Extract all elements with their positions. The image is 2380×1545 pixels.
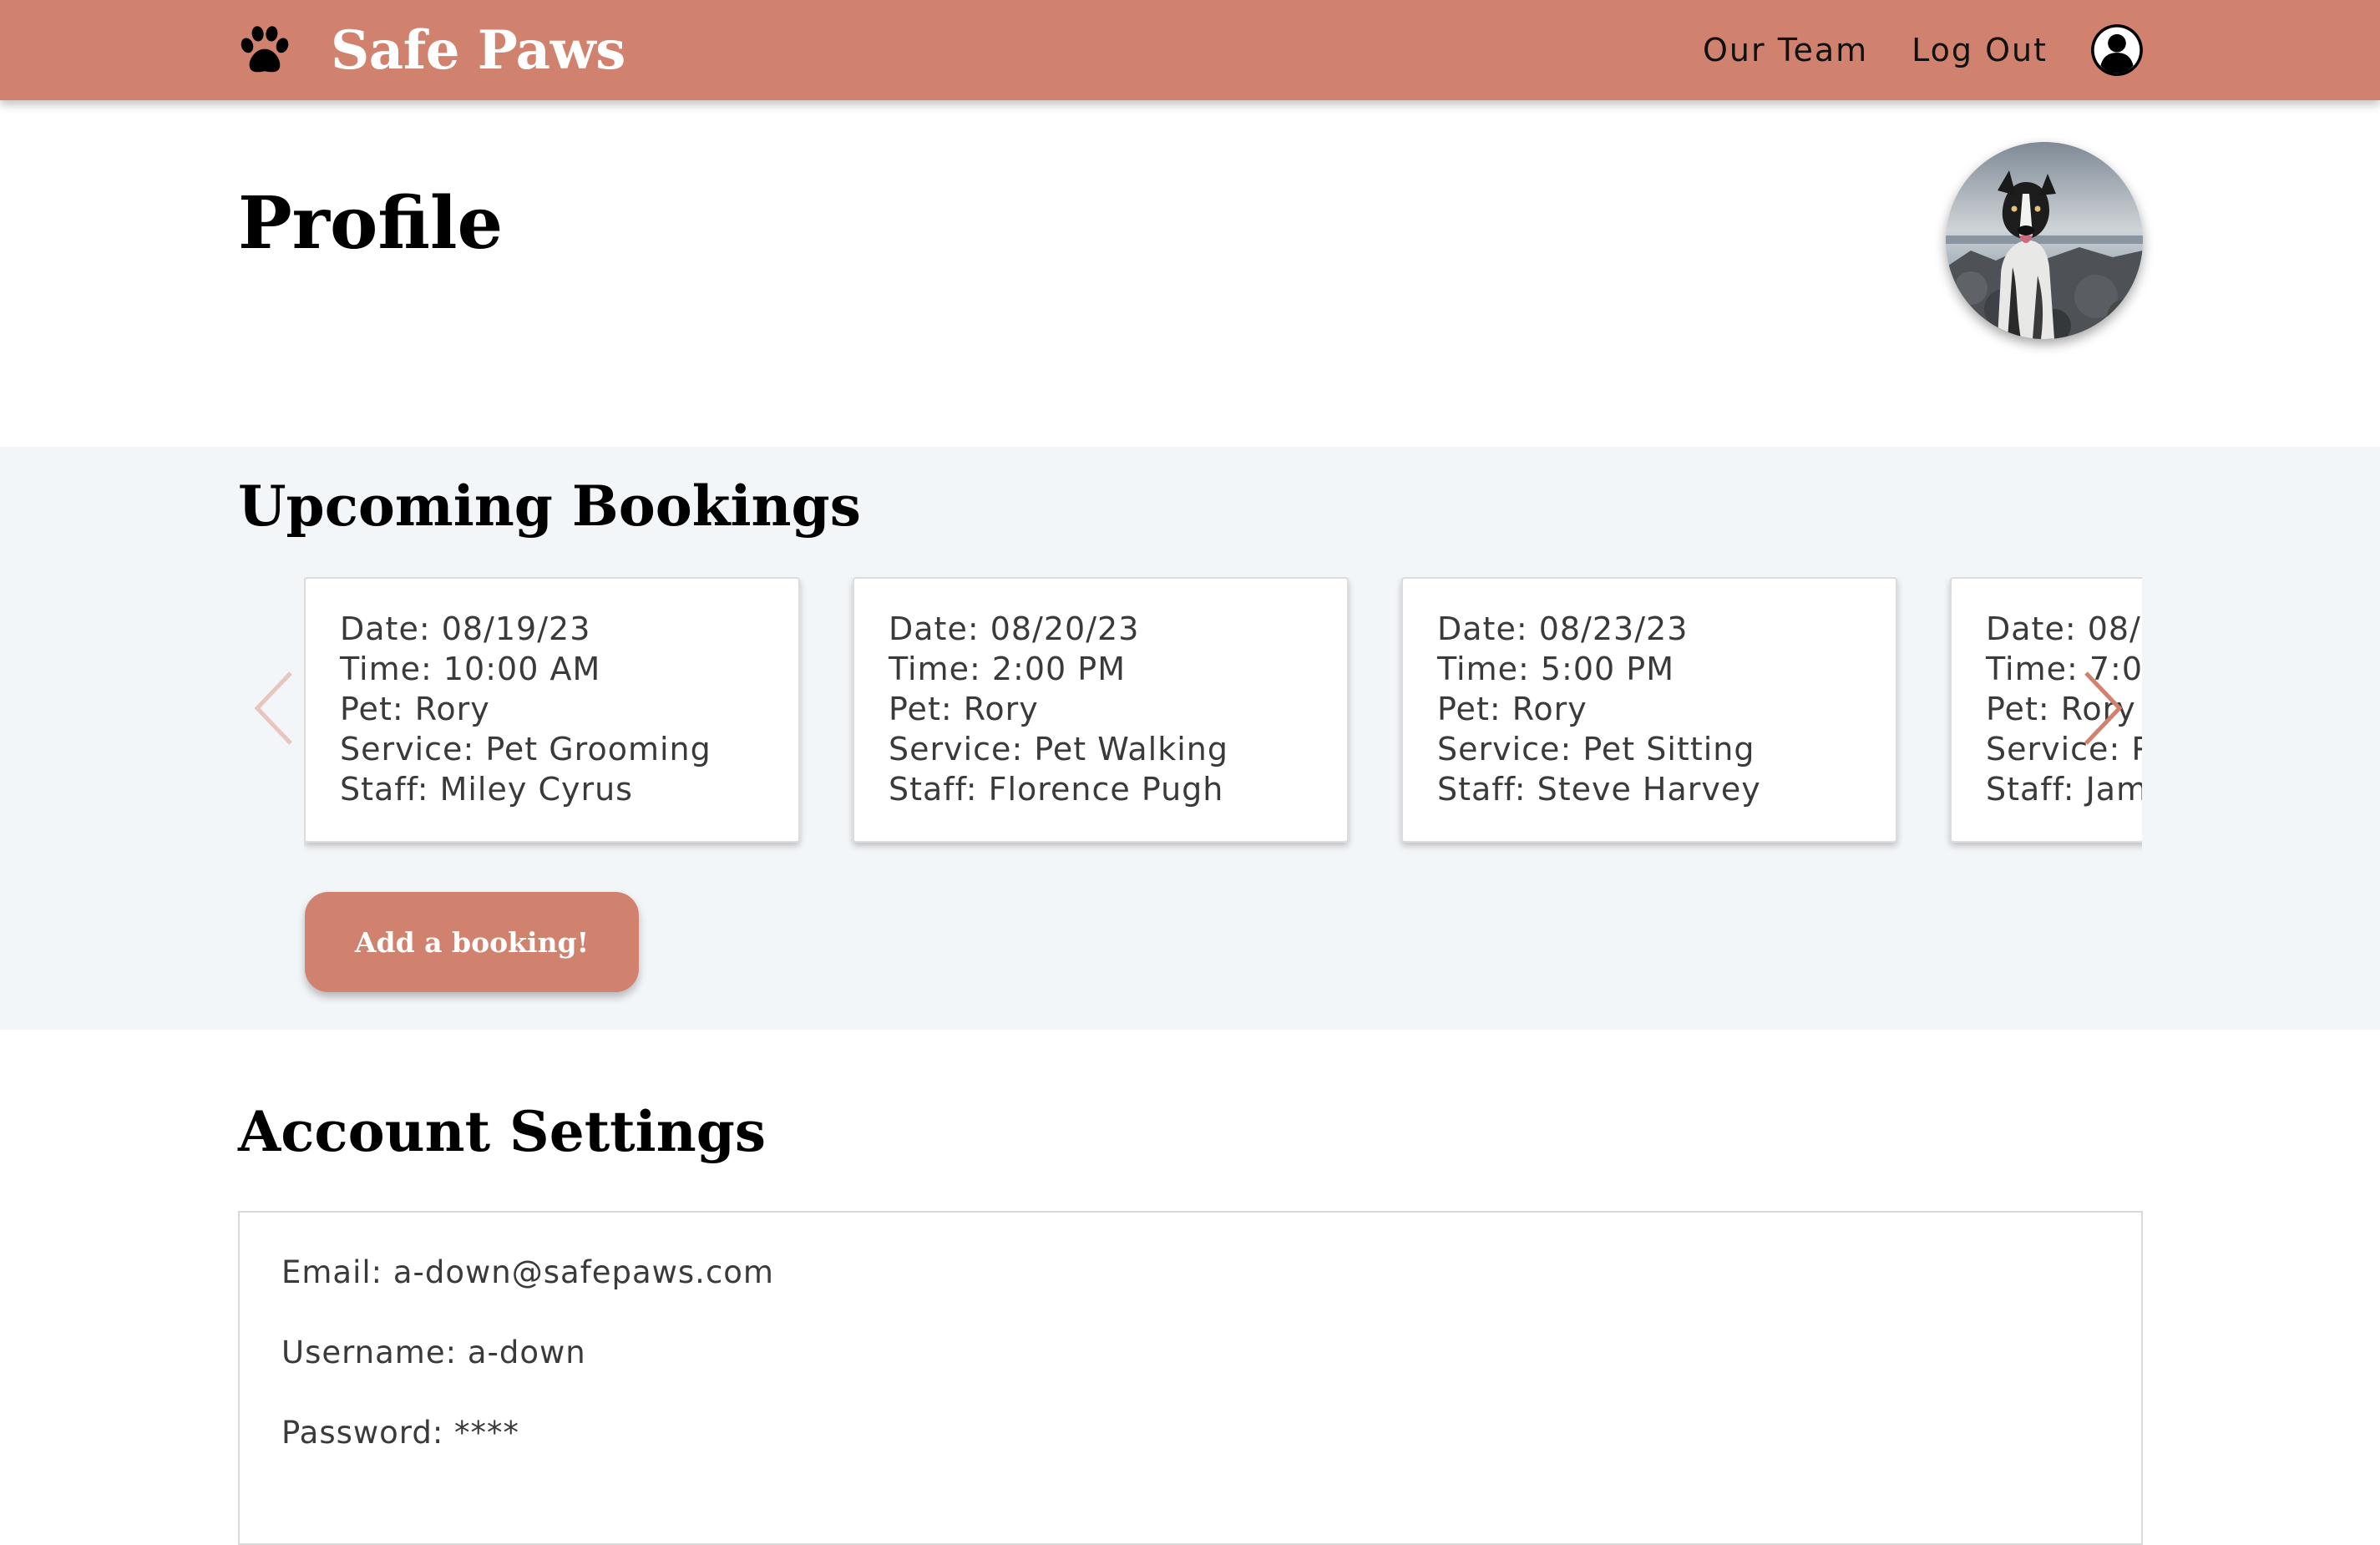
booking-staff: Staff: Jam bbox=[1986, 771, 2142, 808]
booking-service: Service: Pet Walking bbox=[889, 731, 1228, 767]
booking-pet: Pet: Rory bbox=[340, 691, 490, 727]
booking-pet: Pet: Rory bbox=[1437, 691, 1588, 727]
booking-card[interactable]: Date: 08/19/23 Time: 10:00 AM Pet: Rory … bbox=[304, 577, 800, 843]
setting-password: Password: **** bbox=[281, 1415, 520, 1451]
page-title: Profile bbox=[238, 181, 504, 266]
brand-link[interactable]: Safe Paws bbox=[235, 13, 625, 87]
settings-card: Email: a-down@safepaws.com Username: a-d… bbox=[238, 1211, 2143, 1545]
booking-pet: Pet: Rory bbox=[889, 691, 1039, 727]
booking-time: Time: 2:00 PM bbox=[889, 651, 1126, 687]
settings-title: Account Settings bbox=[238, 1099, 767, 1164]
setting-email: Email: a-down@safepaws.com bbox=[281, 1254, 774, 1290]
booking-service: Service: Pet Grooming bbox=[340, 731, 711, 767]
profile-photo[interactable] bbox=[1946, 142, 2143, 339]
setting-username: Username: a-down bbox=[281, 1335, 586, 1370]
nav-links: Our Team Log Out bbox=[1659, 18, 2145, 82]
booking-card[interactable]: Date: 08/23/23 Time: 5:00 PM Pet: Rory S… bbox=[1401, 577, 1897, 843]
bookings-carousel: Date: 08/19/23 Time: 10:00 AM Pet: Rory … bbox=[304, 577, 2142, 861]
user-circle-icon[interactable] bbox=[2089, 23, 2145, 78]
booking-date: Date: 08/20/23 bbox=[889, 610, 1140, 647]
dog-photo bbox=[1946, 142, 2143, 339]
chevron-left-icon[interactable] bbox=[251, 668, 297, 748]
chevron-right-icon[interactable] bbox=[2079, 668, 2126, 748]
bookings-section: Upcoming Bookings Date: 08/19/23 Time: 1… bbox=[0, 447, 2380, 1030]
brand-name: Safe Paws bbox=[331, 18, 625, 82]
booking-time: Time: 10:00 AM bbox=[340, 651, 601, 687]
booking-date: Date: 08/23/23 bbox=[1437, 610, 1689, 647]
booking-card[interactable]: Date: 08/20/23 Time: 2:00 PM Pet: Rory S… bbox=[853, 577, 1349, 843]
paw-icon bbox=[241, 26, 289, 73]
booking-staff: Staff: Florence Pugh bbox=[889, 771, 1224, 808]
navbar: Safe Paws Our Team Log Out bbox=[0, 0, 2380, 100]
add-booking-button[interactable]: Add a booking! bbox=[305, 892, 639, 992]
booking-time: Time: 5:00 PM bbox=[1437, 651, 1674, 687]
nav-our-team[interactable]: Our Team bbox=[1703, 32, 1868, 68]
booking-date: Date: 08/ bbox=[1986, 610, 2141, 647]
bookings-title: Upcoming Bookings bbox=[238, 474, 861, 539]
booking-staff: Staff: Miley Cyrus bbox=[340, 771, 633, 808]
booking-service: Service: Pet Sitting bbox=[1437, 731, 1755, 767]
nav-log-out[interactable]: Log Out bbox=[1912, 32, 2048, 68]
booking-staff: Staff: Steve Harvey bbox=[1437, 771, 1761, 808]
booking-date: Date: 08/19/23 bbox=[340, 610, 591, 647]
